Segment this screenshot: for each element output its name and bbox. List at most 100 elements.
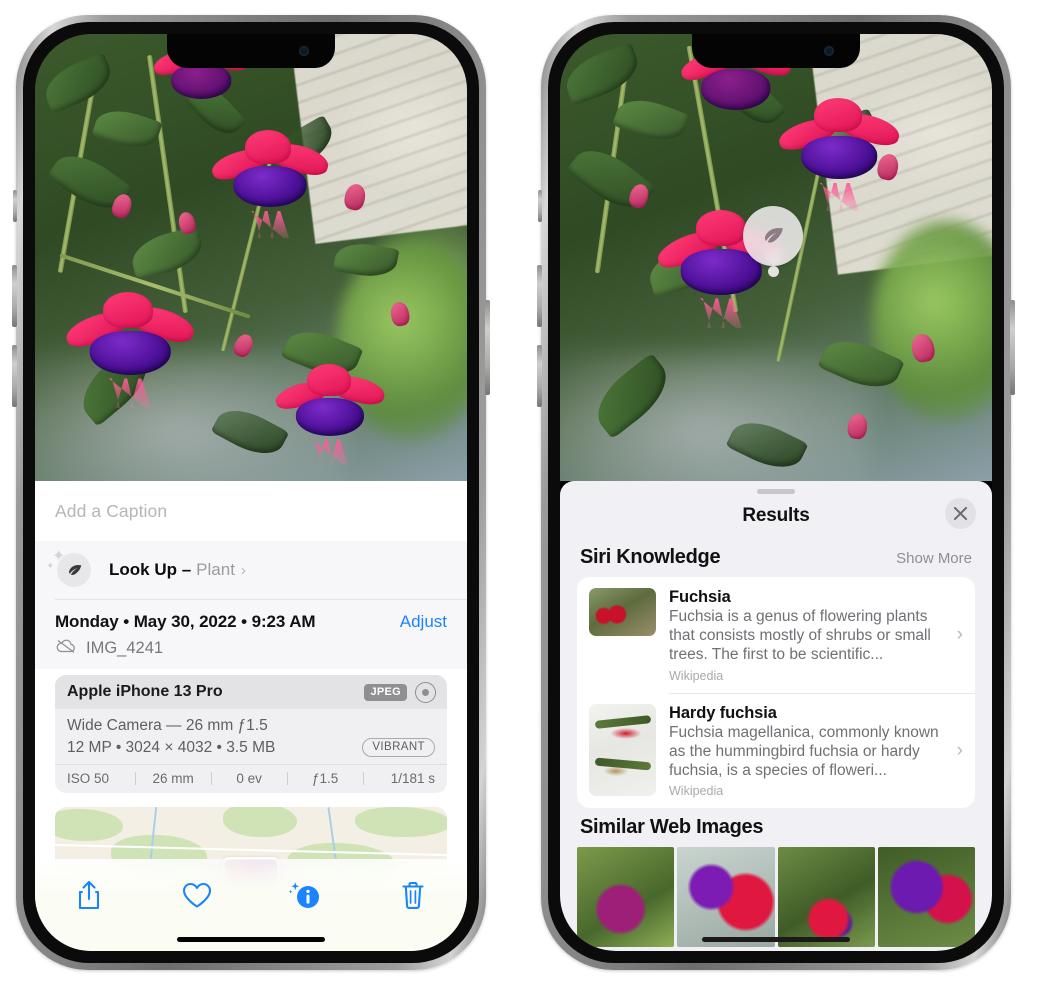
show-more-button[interactable]: Show More [896, 550, 972, 567]
mute-switch[interactable] [538, 190, 542, 222]
result-description: Fuchsia magellanica, commonly known as t… [669, 723, 939, 779]
photographic-style-badge: VIBRANT [362, 738, 435, 757]
left-phone-screen: Add a Caption ✦ ✦ Look Up – Plant › Mond… [35, 34, 467, 951]
camera-card-body: Wide Camera — 26 mm ƒ1.5 12 MP • 3024 × … [55, 709, 447, 764]
front-camera [299, 46, 309, 56]
exif-iso: ISO 50 [67, 771, 110, 786]
camera-exif-row: ISO 50 26 mm 0 ev ƒ1.5 1/181 s [55, 764, 447, 793]
result-text: Fuchsia Fuchsia is a genus of flowering … [669, 588, 951, 683]
metadata-top-row: Monday • May 30, 2022 • 9:23 AM Adjust [55, 612, 447, 632]
result-thumbnail [589, 703, 656, 796]
look-up-icon-wrap: ✦ ✦ [46, 549, 93, 589]
visual-look-up-badge-dot [768, 266, 779, 277]
look-up-value: Plant [196, 560, 235, 579]
volume-up-button[interactable] [537, 265, 542, 327]
close-button[interactable] [945, 498, 976, 529]
left-phone-bezel: Add a Caption ✦ ✦ Look Up – Plant › Mond… [23, 22, 479, 963]
fuchsia-blossom [62, 292, 198, 408]
result-source: Wikipedia [669, 784, 724, 799]
front-camera [824, 46, 834, 56]
right-phone-screen: Results Siri Knowledge Show More Fuchsia… [560, 34, 992, 951]
caption-input[interactable]: Add a Caption [55, 501, 167, 522]
exif-shutter-speed: 1/181 s [390, 771, 435, 786]
device-notch [692, 34, 860, 68]
camera-specs-line: 12 MP • 3024 × 4032 • 3.5 MB [67, 738, 276, 756]
power-button[interactable] [1010, 300, 1015, 395]
siri-knowledge-title: Siri Knowledge [580, 546, 721, 568]
web-image-thumbnail[interactable] [577, 847, 675, 948]
close-icon [953, 506, 968, 521]
share-button[interactable] [65, 873, 113, 917]
chevron-right-icon: › [956, 740, 963, 762]
web-image-thumbnail[interactable] [777, 847, 875, 948]
results-title: Results [742, 505, 810, 526]
camera-card-header: Apple iPhone 13 Pro JPEG [55, 675, 447, 709]
result-title: Fuchsia [669, 588, 731, 606]
volume-up-button[interactable] [12, 265, 17, 327]
look-up-text: Look Up – Plant › [109, 560, 246, 580]
photo-filename: IMG_4241 [86, 639, 164, 657]
siri-knowledge-card: Fuchsia Fuchsia is a genus of flowering … [577, 577, 975, 809]
leaf-icon [764, 227, 783, 243]
screenshot-stage: Add a Caption ✦ ✦ Look Up – Plant › Mond… [0, 0, 1055, 985]
delete-button[interactable] [389, 873, 437, 917]
look-up-label: Look Up – [109, 560, 192, 579]
result-thumbnail [589, 588, 656, 636]
exif-focal-length: 26 mm [152, 771, 194, 786]
look-up-section: ✦ ✦ Look Up – Plant › Monday • May 30, 2… [35, 541, 467, 669]
results-sheet: Results Siri Knowledge Show More Fuchsia… [560, 481, 992, 951]
web-image-thumbnail[interactable] [877, 847, 975, 948]
adjust-button[interactable]: Adjust [400, 612, 447, 632]
look-up-row[interactable]: ✦ ✦ Look Up – Plant › [35, 541, 467, 599]
map-green-area [223, 807, 297, 837]
file-format-badge: JPEG [364, 683, 407, 701]
volume-down-button[interactable] [537, 345, 542, 407]
camera-info-card: Apple iPhone 13 Pro JPEG Wide Camera — 2… [55, 675, 447, 793]
aperture-icon [415, 681, 436, 703]
mute-switch[interactable] [13, 190, 17, 222]
camera-model: Apple iPhone 13 Pro [67, 683, 223, 700]
result-text: Hardy fuchsia Fuchsia magellanica, commo… [669, 704, 951, 799]
similar-web-images-header: Similar Web Images [560, 808, 992, 845]
exif-aperture: ƒ1.5 [312, 771, 339, 786]
left-phone-device: Add a Caption ✦ ✦ Look Up – Plant › Mond… [12, 15, 490, 970]
chevron-right-icon: › [956, 624, 963, 646]
home-indicator[interactable] [177, 937, 325, 942]
result-source: Wikipedia [669, 668, 724, 683]
home-indicator[interactable] [702, 937, 850, 942]
fuchsia-blossom [272, 364, 388, 465]
visual-look-up-badge[interactable] [743, 206, 803, 266]
metadata-file-row: IMG_4241 [55, 638, 447, 659]
caption-row[interactable]: Add a Caption [35, 481, 467, 541]
photo-viewer[interactable] [35, 34, 467, 481]
right-phone-device: Results Siri Knowledge Show More Fuchsia… [537, 15, 1015, 970]
info-button[interactable] [281, 873, 329, 917]
device-notch [167, 34, 335, 68]
siri-knowledge-header: Siri Knowledge Show More [560, 538, 992, 577]
result-title: Hardy fuchsia [669, 703, 777, 722]
camera-lens-line: Wide Camera — 26 mm ƒ1.5 [67, 717, 268, 734]
camera-specs-row: 12 MP • 3024 × 4032 • 3.5 MB VIBRANT [67, 738, 435, 757]
photo-date: Monday • May 30, 2022 • 9:23 AM [55, 612, 316, 631]
favorite-button[interactable] [173, 873, 221, 917]
exif-exposure-compensation: 0 ev [236, 771, 262, 786]
knowledge-result-row[interactable]: Fuchsia Fuchsia is a genus of flowering … [577, 577, 975, 693]
icloud-slash-icon [55, 638, 77, 659]
similar-web-images-title: Similar Web Images [580, 816, 764, 839]
result-description: Fuchsia is a genus of flowering plants t… [669, 608, 931, 663]
chevron-right-icon: › [240, 561, 246, 579]
map-green-area [355, 807, 447, 837]
camera-header-badges: JPEG [364, 681, 436, 703]
results-header: Results [560, 494, 992, 538]
knowledge-result-row[interactable]: Hardy fuchsia Fuchsia magellanica, commo… [577, 692, 975, 809]
power-button[interactable] [485, 300, 490, 395]
photo-viewer[interactable] [560, 34, 992, 481]
web-image-thumbnail[interactable] [677, 847, 775, 948]
similar-web-images-strip[interactable] [560, 847, 992, 948]
right-phone-bezel: Results Siri Knowledge Show More Fuchsia… [548, 22, 1004, 963]
volume-down-button[interactable] [12, 345, 17, 407]
fuchsia-blossom [208, 130, 332, 239]
photo-info-sheet: Add a Caption ✦ ✦ Look Up – Plant › Mond… [35, 481, 467, 951]
sparkle-icon: ✦ [46, 561, 55, 572]
photo-metadata-block: Monday • May 30, 2022 • 9:23 AM Adjust I… [35, 600, 467, 669]
